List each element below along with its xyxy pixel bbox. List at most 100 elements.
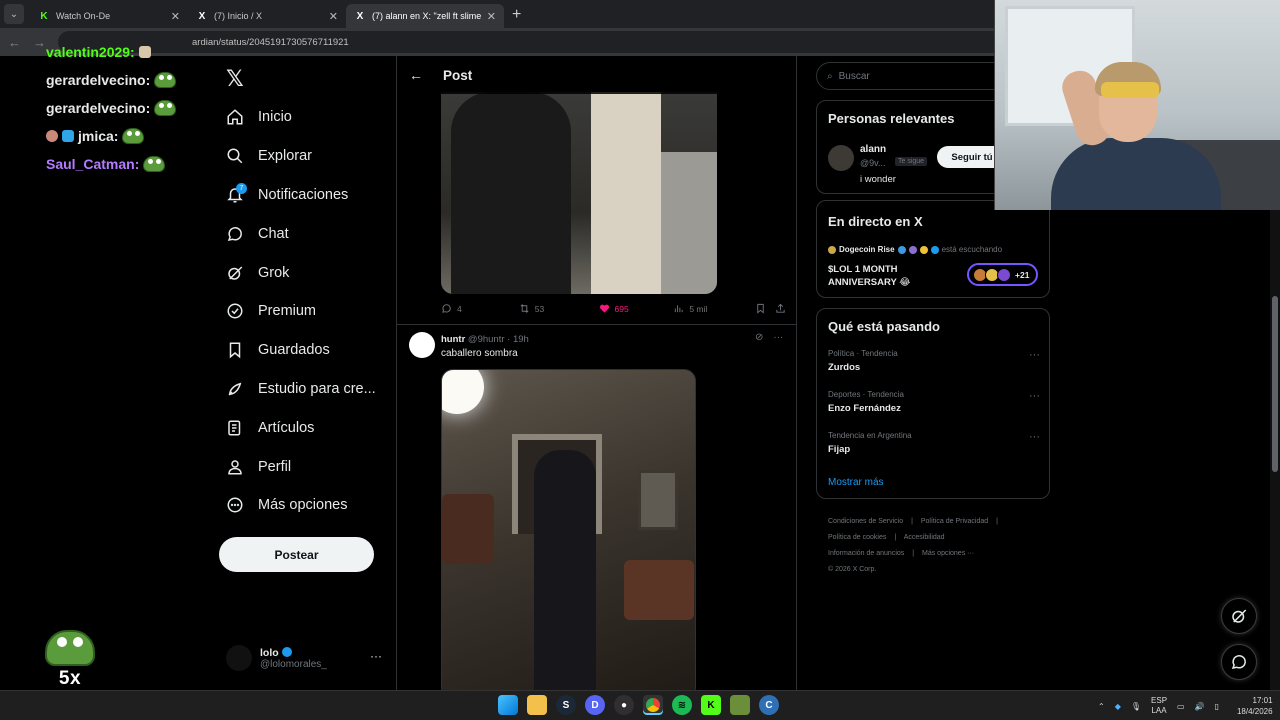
microphone-icon[interactable]: 🎙 bbox=[1131, 702, 1141, 711]
user-name[interactable]: alann bbox=[860, 144, 886, 155]
footer-separator: | bbox=[912, 550, 915, 557]
avatar[interactable] bbox=[409, 332, 435, 358]
grok-icon[interactable]: ⊘ bbox=[755, 332, 763, 343]
system-clock[interactable]: 17:01 18/4/2026 bbox=[1237, 695, 1273, 717]
sidebar-item-guardados[interactable]: Guardados bbox=[226, 331, 376, 370]
back-arrow-icon[interactable]: ← bbox=[409, 67, 423, 83]
sidebar-item-mas-opciones[interactable]: Más opciones bbox=[226, 486, 376, 525]
steam-icon[interactable]: S bbox=[556, 695, 576, 715]
chrome-icon[interactable] bbox=[643, 695, 663, 715]
repost-button[interactable]: 53 bbox=[519, 303, 599, 314]
face-badge-icon bbox=[46, 130, 58, 142]
tweet-author-name[interactable]: huntr bbox=[441, 334, 465, 345]
tray-chevron-icon[interactable]: ⌃ bbox=[1098, 702, 1105, 711]
more-options-icon[interactable]: ··· bbox=[370, 649, 382, 663]
sidebar-item-explorar[interactable]: Explorar bbox=[226, 137, 376, 176]
chat-username: jmica: bbox=[78, 128, 119, 144]
sidebar-item-articulos[interactable]: Artículos bbox=[226, 408, 376, 447]
host-avatar-icon bbox=[828, 245, 836, 254]
close-tab-icon[interactable]: ✕ bbox=[487, 10, 496, 23]
ccleaner-icon[interactable]: C bbox=[759, 695, 779, 715]
search-input[interactable]: ⌕ Buscar bbox=[816, 62, 1016, 90]
view-count: 5 mil bbox=[689, 303, 708, 314]
battery-icon[interactable]: ▯ bbox=[1215, 702, 1219, 711]
sidebar-item-inicio[interactable]: Inicio bbox=[226, 98, 376, 137]
chat-message: valentin2029: bbox=[46, 38, 176, 66]
footer-link-more[interactable]: Más opciones ··· bbox=[922, 550, 974, 557]
reply-button[interactable]: 4 bbox=[441, 303, 519, 314]
tab-search-button[interactable]: ⌄ bbox=[4, 4, 24, 24]
new-tab-button[interactable]: + bbox=[512, 6, 521, 24]
like-button[interactable]: 695 bbox=[599, 303, 674, 314]
show-more-link[interactable]: Mostrar más bbox=[828, 477, 884, 488]
forward-arrow-icon[interactable]: → bbox=[33, 35, 46, 50]
trend-item[interactable]: Política · Tendencia Zurdos ··· bbox=[828, 349, 1040, 373]
space-listeners-pill[interactable]: +21 bbox=[967, 263, 1038, 286]
kick-favicon-icon: K bbox=[40, 10, 48, 22]
trend-item[interactable]: Tendencia en Argentina Fijap ··· bbox=[828, 431, 1040, 455]
avatar[interactable] bbox=[828, 145, 854, 171]
tweet-photo[interactable] bbox=[441, 369, 696, 690]
person-icon bbox=[228, 459, 242, 475]
tab-title: (7) alann en X: "zell ft slime san bbox=[372, 11, 481, 21]
post-photo[interactable] bbox=[441, 92, 717, 294]
home-icon bbox=[227, 109, 243, 125]
more-options-icon[interactable]: ··· bbox=[1029, 431, 1040, 443]
kick-icon[interactable]: K bbox=[701, 695, 721, 715]
live-spaces-card[interactable]: En directo en X Dogecoin Rise está escuc… bbox=[816, 200, 1050, 298]
footer-link-accessibility[interactable]: Accesibilidad bbox=[904, 534, 945, 541]
post-button[interactable]: Postear bbox=[219, 537, 374, 572]
views-button[interactable]: 5 mil bbox=[673, 303, 755, 314]
grok-float-button[interactable] bbox=[1221, 598, 1257, 634]
language-code: ESP bbox=[1151, 696, 1168, 705]
chat-message: jmica: bbox=[46, 122, 176, 150]
discord-icon[interactable]: D bbox=[585, 695, 605, 715]
trend-category: Deportes · Tendencia bbox=[828, 390, 904, 399]
messages-float-button[interactable] bbox=[1221, 644, 1257, 680]
sidebar-item-estudio[interactable]: Estudio para cre... bbox=[226, 370, 376, 409]
sidebar-item-perfil[interactable]: Perfil bbox=[226, 447, 376, 486]
browser-tab-kick[interactable]: K Watch On-De ✕ bbox=[30, 4, 188, 28]
more-options-icon[interactable]: ··· bbox=[1029, 390, 1040, 402]
browser-tab-x-home[interactable]: X (7) Inicio / X ✕ bbox=[188, 4, 346, 28]
sidebar-item-grok[interactable]: Grok bbox=[226, 253, 376, 292]
sidebar-item-chat[interactable]: Chat bbox=[226, 214, 376, 253]
x-logo-icon[interactable]: 𝕏 bbox=[226, 66, 244, 92]
browser-tab-x-post[interactable]: X (7) alann en X: "zell ft slime san ✕ bbox=[346, 4, 504, 28]
space-host: Dogecoin Rise bbox=[839, 245, 895, 254]
network-icon[interactable]: ▭ bbox=[1177, 702, 1185, 711]
close-tab-icon[interactable]: ✕ bbox=[329, 10, 338, 23]
sidebar-item-premium[interactable]: Premium bbox=[226, 292, 376, 331]
bookmark-button[interactable] bbox=[755, 303, 775, 314]
spotify-icon[interactable]: ≋ bbox=[672, 695, 692, 715]
sidebar-item-label: Más opciones bbox=[258, 497, 348, 514]
share-button[interactable] bbox=[775, 303, 787, 314]
language-indicator[interactable]: ESP LAA bbox=[1151, 696, 1167, 716]
footer-link-terms[interactable]: Condiciones de Servicio bbox=[828, 518, 903, 525]
repost-icon bbox=[520, 304, 529, 313]
grok-icon bbox=[1232, 609, 1247, 623]
footer-link-cookies[interactable]: Política de cookies bbox=[828, 534, 886, 541]
file-explorer-icon[interactable] bbox=[527, 695, 547, 715]
trend-name: Zurdos bbox=[828, 362, 861, 373]
more-options-icon[interactable]: ··· bbox=[773, 332, 783, 343]
account-switcher[interactable]: lolo @lolomorales_ ··· bbox=[226, 645, 386, 671]
obs-icon[interactable]: ● bbox=[614, 695, 634, 715]
minecraft-icon[interactable] bbox=[730, 695, 750, 715]
trend-item[interactable]: Deportes · Tendencia Enzo Fernández ··· bbox=[828, 390, 1040, 414]
chat-icon bbox=[1231, 655, 1246, 670]
scrollbar-thumb[interactable] bbox=[1272, 296, 1278, 472]
trend-category: Tendencia en Argentina bbox=[828, 431, 912, 440]
more-options-icon[interactable]: ··· bbox=[1029, 349, 1040, 361]
start-menu-icon[interactable] bbox=[498, 695, 518, 715]
url-field[interactable]: ardian/status/2045191730576711921 bbox=[58, 31, 1018, 53]
sidebar-item-notificaciones[interactable]: Notificaciones bbox=[226, 176, 376, 215]
back-arrow-icon[interactable]: ← bbox=[8, 35, 21, 50]
tray-app-icon[interactable]: ◆ bbox=[1115, 702, 1121, 711]
footer-link-privacy[interactable]: Política de Privacidad bbox=[921, 518, 988, 525]
volume-icon[interactable]: 🔊 bbox=[1195, 702, 1205, 711]
sidebar-nav: Inicio Explorar Notificaciones Chat Grok… bbox=[226, 98, 376, 525]
chat-message: gerardelvecino: bbox=[46, 94, 177, 122]
footer-link-ads[interactable]: Información de anuncios bbox=[828, 550, 904, 557]
close-tab-icon[interactable]: ✕ bbox=[171, 10, 180, 23]
